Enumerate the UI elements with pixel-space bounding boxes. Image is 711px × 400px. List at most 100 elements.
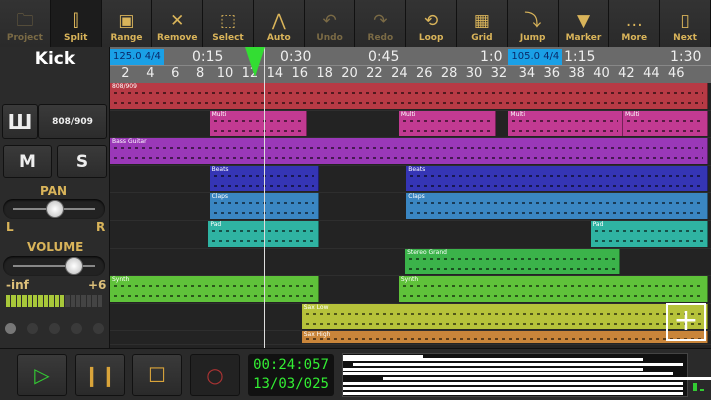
clip[interactable]: Synth (110, 276, 320, 302)
bar-number: 14 (266, 66, 284, 81)
toolbar-label: More (621, 33, 648, 43)
time-label: 0:15 (192, 49, 224, 65)
clip[interactable]: Multi (622, 110, 708, 137)
waveform (402, 295, 703, 298)
toolbar-next-button[interactable]: ▯ Next (660, 0, 711, 47)
time-label: 0:30 (280, 49, 312, 65)
clip[interactable]: Sax High (301, 331, 708, 344)
clip-name: Synth (400, 276, 419, 284)
volume-label: VOLUME (27, 240, 84, 254)
toolbar-redo-button[interactable]: ↷ Redo (355, 0, 407, 47)
piano-keys-icon: Ш (7, 109, 33, 134)
mute-button[interactable]: M (3, 145, 52, 178)
bar-number: 18 (316, 66, 333, 81)
clip-name: Multi (624, 110, 640, 118)
toolbar-grid-button[interactable]: ▦ Grid (457, 0, 508, 47)
clip[interactable]: Stereo Grand (405, 248, 621, 275)
instrument-button[interactable]: Ш (2, 104, 38, 139)
waveform (213, 119, 302, 122)
toolbar-marker-button[interactable]: ▼ Marker (558, 0, 610, 47)
overview-track (343, 387, 683, 390)
toolbar-remove-button[interactable]: ✕ Remove (152, 0, 204, 47)
toolbar-label: Remove (156, 33, 198, 43)
level-meter (6, 295, 103, 307)
clip[interactable]: Claps (406, 193, 708, 219)
overview-track (343, 392, 683, 395)
track-lane[interactable]: Multi Multi Multi Multi (110, 110, 711, 139)
page-indicator (5, 323, 104, 334)
clip-name: Claps (408, 193, 425, 201)
playhead-handle[interactable] (245, 47, 265, 77)
clip-name: Sax Low (303, 303, 329, 311)
add-track-button[interactable]: + (666, 303, 706, 341)
record-button[interactable]: ○ (190, 354, 240, 396)
clip[interactable]: Multi (508, 110, 623, 137)
bar-number: 10 (216, 66, 234, 81)
overview-track (343, 382, 683, 385)
waveform (305, 312, 703, 315)
toolbar-split-button[interactable]: ⫿ Split (50, 0, 102, 47)
clip[interactable]: Bass Guitar (110, 138, 708, 164)
waveform (512, 129, 618, 132)
toolbar-loop-button[interactable]: ⟲ Loop (406, 0, 458, 47)
toolbar-range-button[interactable]: ▣ Range (101, 0, 153, 47)
track-lane[interactable]: Sax High (110, 331, 711, 346)
song-overview[interactable] (342, 353, 711, 397)
clip[interactable]: Pad (590, 221, 708, 247)
track-lane[interactable]: Beats Beats (110, 165, 711, 194)
track-lane[interactable]: Claps Claps (110, 193, 711, 221)
toolbar-project-button[interactable]: 🗀 Project (0, 0, 51, 47)
pan-left-label: L (6, 220, 14, 234)
toolbar-label: Project (6, 33, 43, 43)
instrument-name-button[interactable]: 808/909 (38, 104, 107, 139)
toolbar-select-button[interactable]: ⬚ Select (203, 0, 254, 47)
stop-button[interactable]: ☐ (132, 354, 182, 396)
track-lane[interactable]: Pad Pad (110, 221, 711, 249)
bar-number: 36 (543, 66, 561, 81)
clip-name: Bass Guitar (112, 138, 147, 146)
clip[interactable]: Beats (406, 165, 708, 192)
solo-button[interactable]: S (57, 145, 107, 178)
track-lane[interactable]: Stereo Grand (110, 248, 711, 277)
waveform (594, 230, 703, 232)
toolbar-jump-button[interactable]: ⤵ Jump (507, 0, 559, 47)
clip[interactable]: 808/909 (110, 83, 708, 109)
track-lane[interactable]: Bass Guitar (110, 138, 711, 166)
toolbar-more-button[interactable]: … More (609, 0, 661, 47)
clip-name: Multi (211, 110, 227, 118)
clip-name: Stereo Grand (407, 248, 447, 256)
pan-knob[interactable] (46, 200, 64, 218)
pan-slider[interactable] (3, 199, 105, 219)
bar-number: 30 (465, 66, 483, 81)
split-icon: ⫿ (72, 11, 79, 31)
track-lane[interactable]: Synth Synth (110, 276, 711, 304)
tempo-marker[interactable]: 125.0 4/4 (110, 49, 164, 65)
tempo-marker[interactable]: 105.0 4/4 (508, 49, 563, 65)
toolbar-label: Grid (471, 33, 493, 43)
track-lane[interactable]: Sax Low (110, 303, 711, 332)
volume-knob[interactable] (64, 257, 83, 275)
toolbar-auto-button[interactable]: ⋀ Auto (253, 0, 305, 47)
timeline-ruler[interactable]: 125.0 4/4 105.0 4/4 0:15 0:30 0:45 1:0 1:15 1:3… (110, 47, 711, 83)
waveform (512, 119, 618, 122)
overview-track (353, 363, 683, 366)
pause-button[interactable]: ❙❙ (75, 354, 125, 396)
pan-label: PAN (40, 184, 68, 198)
waveform (409, 257, 616, 260)
clip-name: Multi (400, 110, 416, 118)
play-button[interactable]: ▷ (17, 354, 67, 396)
toolbar-undo-button[interactable]: ↶ Undo (304, 0, 356, 47)
playhead-line (264, 47, 265, 348)
toolbar-label: Auto (266, 33, 291, 43)
track-lanes[interactable]: 808/909 Multi Multi Multi Multi Bass Guitar Be… (110, 83, 711, 348)
clip[interactable]: Sax Low (301, 303, 708, 330)
bar-number: 26 (415, 66, 433, 81)
clip[interactable]: Synth (398, 276, 708, 302)
clip[interactable]: Multi (209, 110, 307, 137)
automation-icon: ⋀ (271, 11, 286, 31)
bar-number: 16 (291, 66, 309, 81)
volume-slider[interactable] (3, 256, 105, 276)
clip[interactable]: Multi (398, 110, 496, 137)
track-lane[interactable]: 808/909 (110, 83, 711, 111)
waveform (410, 202, 703, 205)
